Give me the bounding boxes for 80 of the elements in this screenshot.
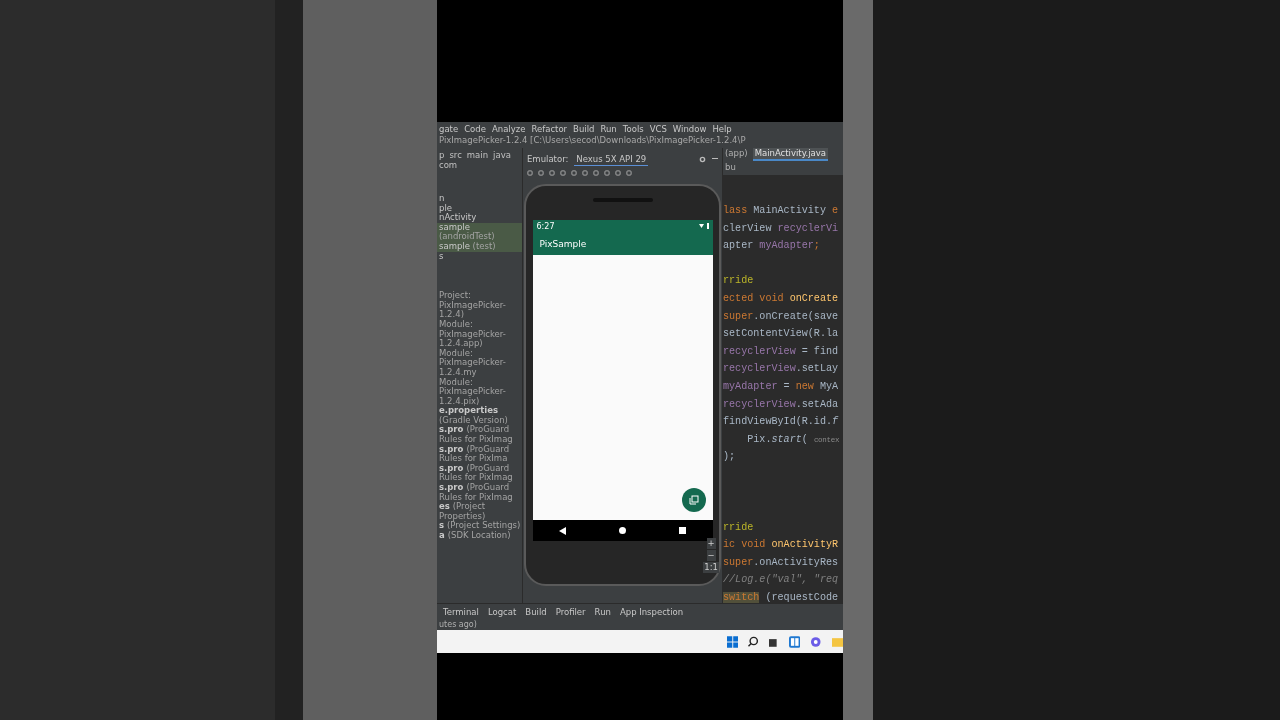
tree-item[interactable]: Module: PixImagePicker-1.2.4.my (437, 348, 522, 378)
code-line: lass MainActivity e (723, 204, 840, 218)
code-line: recyclerView.setAda (723, 397, 840, 412)
tree-item[interactable]: s.pro (ProGuard Rules for PixImag (437, 425, 522, 445)
editor-tab[interactable]: MainActivity.java (752, 148, 829, 161)
breadcrumb-item[interactable]: com (439, 160, 458, 170)
tree-item[interactable]: s.pro (ProGuard Rules for PixImag (437, 483, 522, 503)
breadcrumb-item[interactable]: src (449, 150, 462, 160)
menu-item[interactable]: Run (600, 124, 617, 135)
editor-tab[interactable]: (app) (723, 148, 750, 161)
tool-window-button[interactable]: Terminal (443, 607, 479, 617)
code-line: ); (723, 450, 737, 465)
menu-item[interactable]: VCS (649, 124, 667, 135)
tree-item[interactable]: s (Project Settings) (437, 521, 522, 531)
tree-item[interactable]: s.pro (ProGuard Rules for PixImag (437, 463, 522, 484)
emulator-label: Emulator: (527, 154, 569, 164)
tree-item[interactable]: es (Project Properties) (437, 502, 522, 522)
tree-item[interactable]: a (SDK Location) (437, 531, 522, 541)
menu-item[interactable]: Code (464, 124, 486, 135)
search-icon[interactable] (748, 636, 759, 647)
code-line: ic void onActivityR (723, 538, 840, 553)
widgets-icon[interactable] (788, 635, 801, 648)
windows-icon[interactable] (727, 635, 739, 648)
tool-window-button[interactable]: Build (525, 607, 547, 617)
tree-item[interactable]: e.properties (Gradle Version) (437, 406, 522, 426)
editor-tab[interactable]: bu (723, 162, 738, 175)
code-line: rride (723, 274, 755, 289)
tree-item[interactable]: Module: PixImagePicker-1.2.4.app) (437, 319, 522, 349)
code-line: recyclerView = find (723, 344, 840, 359)
tree-item[interactable]: sample (test) (437, 241, 522, 252)
tree-item[interactable]: sample (androidTest) (437, 222, 522, 242)
menu-item[interactable]: Tools (622, 124, 644, 135)
menu-item[interactable]: Help (712, 124, 732, 135)
breadcrumb-item[interactable]: main (466, 150, 489, 160)
gallery-icon (688, 495, 699, 505)
menu-item[interactable]: Analyze (491, 124, 526, 135)
code-line: apter myAdapter; (723, 239, 821, 254)
back-icon[interactable] (559, 526, 566, 535)
app-title: PixSample (539, 238, 587, 249)
home-icon[interactable] (619, 527, 626, 534)
code-line: ected void onCreate (723, 291, 840, 306)
code-line: super.onCreate(save (723, 309, 840, 324)
tree-item[interactable]: nActivity (437, 213, 522, 223)
tool-window-button[interactable]: Run (594, 607, 611, 617)
code-line: super.onActivityRes (723, 555, 840, 570)
device-tab[interactable]: Nexus 5X API 29 (574, 152, 649, 166)
code-line: switch (requestCode (723, 591, 840, 603)
code-line: findViewById(R.id.f (723, 415, 840, 430)
code-line: setContentView(R.la (723, 327, 840, 342)
menu-item[interactable]: gate (439, 124, 459, 135)
settings-icon[interactable] (699, 155, 706, 163)
code-line: clerView recyclerVi (723, 221, 840, 236)
breadcrumb-item[interactable]: java (493, 150, 511, 160)
zoom-control[interactable]: − (706, 550, 716, 561)
code-line: //Log.e("val", "req (723, 573, 840, 588)
code-line: recyclerView.setLay (723, 362, 840, 377)
task-view-icon[interactable] (769, 636, 779, 647)
zoom-control[interactable]: + (706, 538, 716, 549)
menu-item[interactable]: Refactor (531, 124, 568, 135)
window-title: PixImagePicker-1.2.4 [C:\Users\secod\Downloads\PixImagePicker-1.2.4\P (439, 135, 746, 146)
code-line: rride (723, 520, 755, 535)
breadcrumb-item[interactable]: p (439, 150, 445, 160)
tree-item[interactable]: Module: PixImagePicker-1.2.4.pix) (437, 377, 522, 407)
menu-item[interactable]: Build (573, 124, 595, 135)
tree-item[interactable]: s.pro (ProGuard Rules for PixIma (437, 444, 522, 464)
minimize-icon[interactable] (712, 158, 718, 160)
battery-icon (698, 223, 709, 229)
chat-icon[interactable] (810, 635, 822, 648)
status-time: 6:27 (536, 221, 555, 231)
tool-window-button[interactable]: Profiler (555, 607, 586, 617)
menu-item[interactable]: Window (672, 124, 707, 135)
tree-item[interactable]: ple (437, 203, 522, 214)
zoom-control[interactable]: 1:1 (703, 562, 719, 573)
tree-item[interactable]: Project: PixImagePicker-1.2.4) (437, 291, 522, 320)
tool-window-button[interactable]: Logcat (487, 607, 517, 617)
tree-item[interactable]: n (437, 194, 522, 204)
tree-item[interactable]: s (437, 251, 522, 262)
status-text: utes ago) (438, 620, 478, 630)
code-line: myAdapter = new MyA (723, 379, 840, 394)
tool-window-button[interactable]: App Inspection (619, 607, 684, 617)
